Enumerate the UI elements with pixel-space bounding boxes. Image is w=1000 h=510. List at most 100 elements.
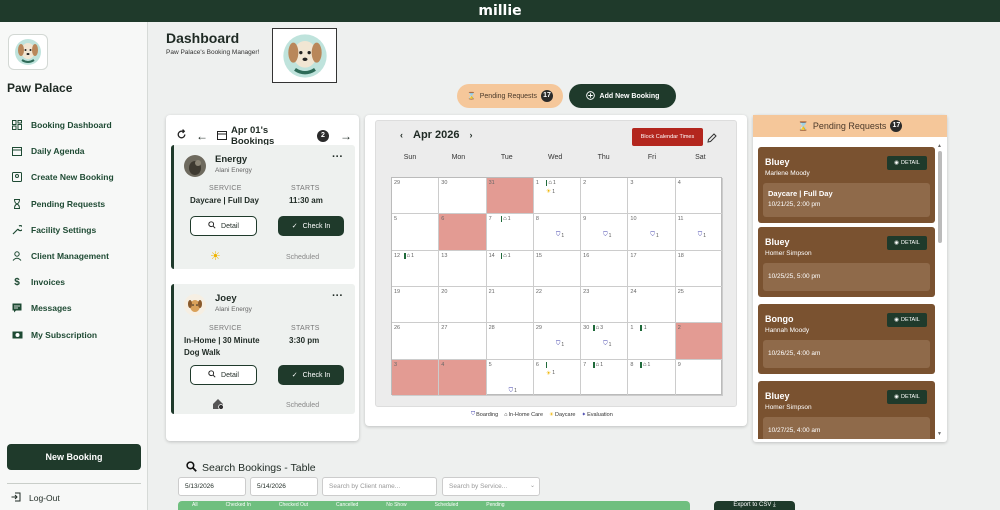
filter-tab[interactable]: Scheduled — [435, 501, 459, 510]
calendar-day-cell[interactable]: 13 — [439, 250, 487, 287]
detail-button[interactable]: Detail — [190, 216, 257, 236]
sidebar-item-messages[interactable]: Messages — [11, 295, 114, 321]
calendar-event-marker[interactable]: ☀ 1 — [546, 370, 555, 377]
calendar-event-marker[interactable]: ⛉ 1 — [556, 341, 564, 348]
pending-request-card[interactable]: Bongo Hannah Moody ◉ DETAIL 10/26/25, 4:0… — [758, 304, 935, 374]
calendar-event-marker[interactable]: ⛉ 1 — [650, 232, 658, 239]
end-date-input[interactable]: 5/14/2026 — [250, 477, 318, 496]
scroll-up-icon[interactable]: ▲ — [937, 143, 942, 149]
scrollbar-thumb[interactable] — [938, 151, 942, 243]
check-in-button[interactable]: ✓ Check In — [278, 365, 344, 385]
sidebar-item-invoices[interactable]: $ Invoices — [11, 269, 114, 295]
calendar-day-cell[interactable]: 22 — [533, 287, 582, 324]
calendar-day-cell[interactable]: 1 — [628, 323, 676, 360]
brand-logo[interactable] — [8, 34, 48, 70]
calendar-day-cell[interactable]: 6 — [439, 214, 487, 251]
calendar-day-cell[interactable]: 16 — [581, 250, 629, 287]
sidebar-item-facility-settings[interactable]: Facility Settings — [11, 217, 114, 243]
next-month-icon[interactable]: › — [469, 130, 472, 140]
calendar-day-cell[interactable]: 21 — [486, 287, 534, 324]
next-day-icon[interactable]: → — [340, 129, 352, 143]
calendar-day-cell[interactable]: 2 — [581, 178, 629, 215]
sidebar-item-pending-requests[interactable]: Pending Requests — [11, 191, 114, 217]
filter-tab[interactable]: All — [192, 501, 198, 510]
refresh-icon[interactable] — [176, 129, 187, 143]
scroll-down-icon[interactable]: ▼ — [937, 431, 942, 437]
calendar-event-marker[interactable]: ⛉ 1 — [603, 341, 611, 348]
prev-day-icon[interactable]: ← — [196, 129, 208, 143]
calendar-day-cell[interactable]: 31 — [486, 178, 534, 215]
calendar-day-cell[interactable]: 17 — [628, 250, 676, 287]
calendar-day-cell[interactable]: 3 — [628, 178, 676, 215]
pending-request-card[interactable]: Bluey Marlene Moody ◉ DETAIL Daycare | Fu… — [758, 147, 935, 223]
calendar-day-cell[interactable]: 2 — [675, 323, 723, 360]
service-search-select[interactable]: Search by Service... ⌄ — [442, 477, 540, 496]
calendar-event-marker[interactable]: ⌂ 1 — [545, 180, 556, 186]
calendar-event-marker[interactable]: ⌂ 1 — [593, 361, 603, 368]
calendar-day-cell[interactable]: 3 — [392, 359, 440, 396]
calendar-day-cell[interactable]: 15 — [533, 250, 582, 287]
calendar-day-cell[interactable]: 27 — [439, 323, 487, 360]
calendar-day-cell[interactable]: 26 — [392, 323, 440, 360]
calendar-event-marker[interactable] — [545, 361, 550, 368]
calendar-event-marker[interactable]: ☀ 1 — [546, 188, 555, 196]
calendar-day-cell[interactable]: 23 — [581, 287, 629, 324]
booking-card[interactable]: Joey Alani Energy ··· SERVICE In-Home | … — [171, 284, 355, 414]
calendar-day-cell[interactable]: 28 — [486, 323, 534, 360]
calendar-event-marker[interactable]: ⛉ 1 — [698, 232, 706, 239]
new-booking-button[interactable]: New Booking — [7, 444, 141, 470]
detail-button[interactable]: ◉ DETAIL — [887, 390, 927, 404]
add-booking-button[interactable]: Add New Booking — [569, 84, 676, 108]
calendar-day-cell[interactable]: 20 — [439, 287, 487, 324]
calendar-day-cell[interactable]: 6 — [533, 359, 582, 396]
more-options-icon[interactable]: ··· — [332, 290, 343, 302]
block-calendar-times-button[interactable]: Block Calendar Times — [632, 128, 703, 146]
calendar-day-cell[interactable]: 8 — [628, 359, 676, 396]
sidebar-item-booking-dashboard[interactable]: Booking Dashboard — [11, 112, 114, 138]
start-date-input[interactable]: 5/13/2026 — [178, 477, 246, 496]
calendar-day-cell[interactable]: 7 — [581, 359, 629, 396]
calendar-event-marker[interactable]: ⌂ 3 — [593, 325, 603, 332]
scrollbar[interactable]: ▲ ▼ — [937, 143, 943, 439]
sidebar-item-my-subscription[interactable]: My Subscription — [11, 322, 114, 348]
edit-icon[interactable] — [707, 130, 717, 148]
filter-tab[interactable]: No Show — [386, 501, 406, 510]
detail-button[interactable]: ◉ DETAIL — [887, 156, 927, 170]
more-options-icon[interactable]: ··· — [332, 151, 343, 163]
calendar-day-cell[interactable]: 1 — [533, 178, 582, 215]
sidebar-item-client-management[interactable]: Client Management — [11, 243, 114, 269]
calendar-day-cell[interactable]: 5 — [392, 214, 440, 251]
filter-tab[interactable]: Checked Out — [279, 501, 308, 510]
logout-button[interactable]: Log-Out — [11, 492, 60, 504]
calendar-event-marker[interactable]: ⛉ 1 — [509, 388, 517, 395]
calendar-day-cell[interactable]: 24 — [628, 287, 676, 324]
calendar-event-marker[interactable]: ⛉ 1 — [556, 232, 564, 239]
sidebar-item-create-booking[interactable]: Create New Booking — [11, 164, 114, 190]
calendar-event-marker[interactable]: ⌂ 1 — [500, 252, 510, 259]
calendar-day-cell[interactable]: 29 — [392, 178, 440, 215]
calendar-event-marker[interactable]: ⌂ 1 — [404, 252, 414, 259]
pending-request-card[interactable]: Bluey Homer Simpson ◉ DETAIL 10/25/25, 5:… — [758, 227, 935, 297]
client-search-input[interactable]: Search by Client name... — [322, 477, 437, 496]
pending-request-card[interactable]: Bluey Homer Simpson ◉ DETAIL 10/27/25, 4:… — [758, 381, 935, 439]
filter-tab[interactable]: Checked In — [226, 501, 251, 510]
pending-requests-button[interactable]: ⌛ Pending Requests 17 — [457, 84, 563, 108]
calendar-day-cell[interactable]: 9 — [675, 359, 723, 396]
filter-tab[interactable]: Pending — [486, 501, 504, 510]
calendar-event-marker[interactable]: 1 — [640, 325, 647, 332]
export-csv-button[interactable]: Export to CSV ⤓ — [714, 501, 795, 510]
filter-tab[interactable]: Cancelled — [336, 501, 358, 510]
calendar-day-cell[interactable]: 4 — [439, 359, 487, 396]
calendar-event-marker[interactable]: ⌂ 1 — [640, 361, 650, 368]
detail-button[interactable]: ◉ DETAIL — [887, 236, 927, 250]
calendar-day-cell[interactable]: 12 — [392, 250, 440, 287]
calendar-day-cell[interactable]: 25 — [675, 287, 723, 324]
prev-month-icon[interactable]: ‹ — [400, 130, 403, 140]
calendar-day-cell[interactable]: 4 — [675, 178, 723, 215]
booking-card[interactable]: Energy Alani Energy ··· SERVICE Daycare … — [171, 145, 355, 269]
calendar-day-cell[interactable]: 30 — [439, 178, 487, 215]
sidebar-item-daily-agenda[interactable]: Daily Agenda — [11, 138, 114, 164]
calendar-event-marker[interactable]: ⛉ 1 — [603, 232, 611, 239]
calendar-day-cell[interactable]: 19 — [392, 287, 440, 324]
calendar-day-cell[interactable]: 18 — [675, 250, 723, 287]
